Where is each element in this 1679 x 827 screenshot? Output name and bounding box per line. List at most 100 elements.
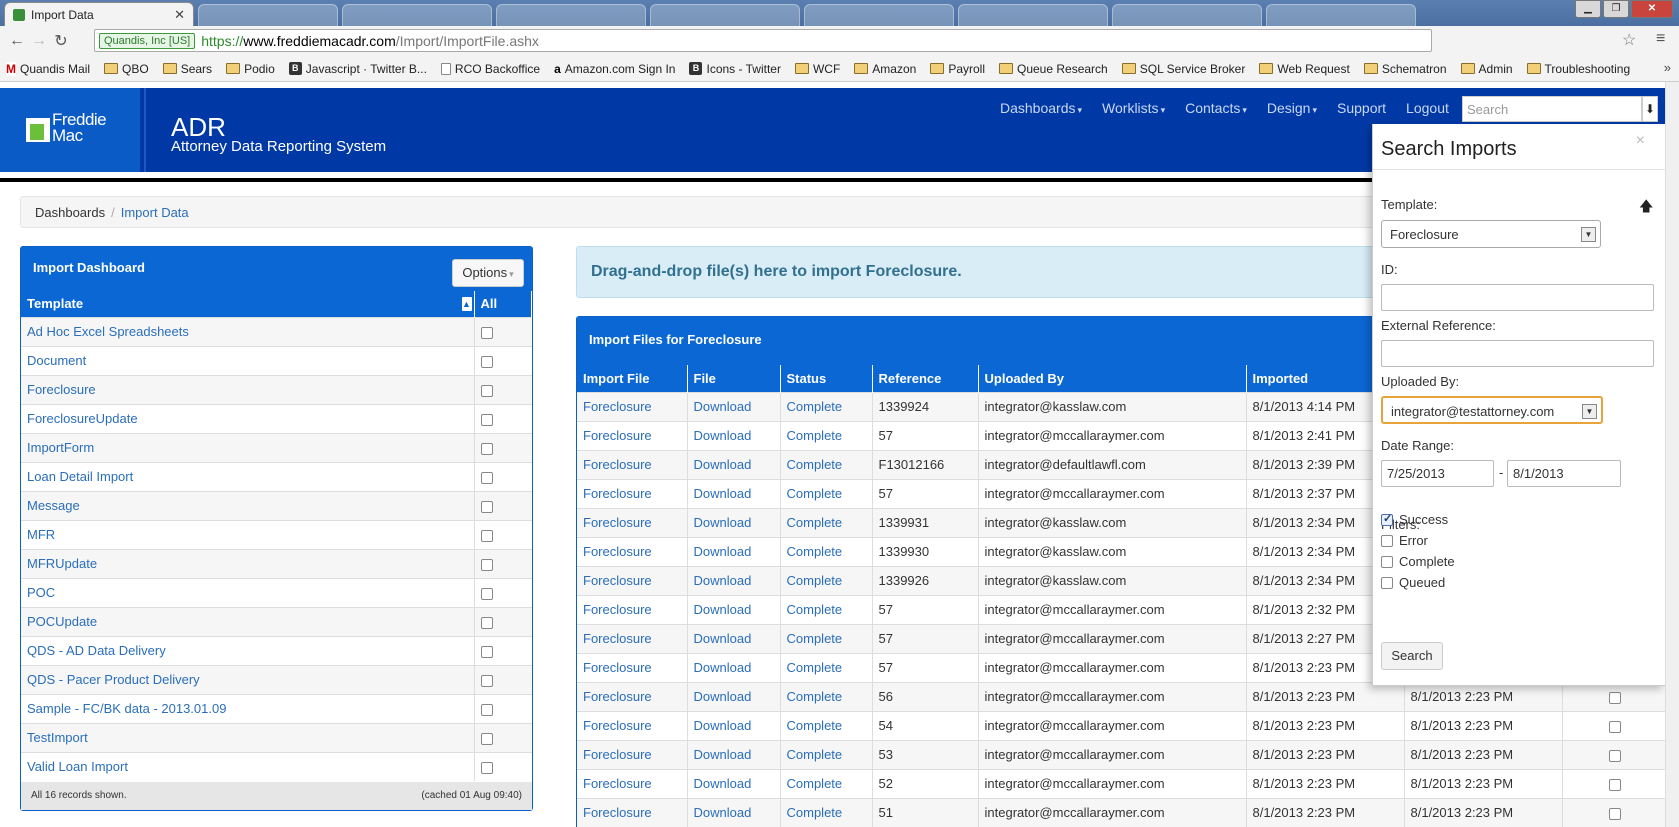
tab-close-icon[interactable]: ✕ — [174, 7, 185, 23]
template-link[interactable]: Foreclosure — [21, 374, 475, 404]
import-file-link[interactable]: Foreclosure — [577, 623, 688, 653]
more-bookmarks-icon[interactable]: » — [1664, 60, 1671, 75]
menu-icon[interactable]: ≡ — [1656, 30, 1665, 48]
header-search-input[interactable]: Search — [1462, 96, 1642, 122]
status-link[interactable]: Complete — [780, 623, 873, 653]
download-link[interactable]: Download — [687, 478, 781, 508]
row-checkbox[interactable] — [480, 674, 493, 687]
column-header[interactable]: Status — [780, 365, 873, 392]
import-file-link[interactable]: Foreclosure — [577, 652, 688, 682]
forward-icon[interactable]: → — [28, 32, 50, 50]
column-header[interactable]: Reference — [872, 365, 979, 392]
template-link[interactable]: POC — [21, 577, 475, 607]
import-file-link[interactable]: Foreclosure — [577, 391, 688, 421]
browser-tab[interactable] — [198, 4, 338, 26]
popover-close-icon[interactable]: × — [1636, 132, 1645, 150]
browser-tab-active[interactable]: Import Data ✕ — [4, 2, 194, 26]
status-link[interactable]: Complete — [780, 797, 873, 827]
breadcrumb-current[interactable]: Import Data — [121, 205, 189, 220]
status-link[interactable]: Complete — [780, 652, 873, 682]
download-link[interactable]: Download — [687, 391, 781, 421]
reload-icon[interactable]: ↻ — [50, 31, 72, 51]
bookmark-item[interactable]: Queue Research — [999, 62, 1108, 76]
bookmark-star-icon[interactable]: ☆ — [1622, 30, 1636, 50]
row-checkbox[interactable] — [480, 355, 493, 368]
page-scrollbar[interactable] — [1665, 82, 1679, 827]
sort-up-icon[interactable]: ▲ — [461, 297, 472, 311]
minimize-icon[interactable]: ▁ — [1575, 0, 1601, 18]
date-to-input[interactable]: 8/1/2013 — [1507, 460, 1621, 487]
status-link[interactable]: Complete — [780, 710, 873, 740]
filter-checkbox[interactable] — [1381, 534, 1393, 547]
nav-dashboards[interactable]: Dashboards — [1000, 100, 1082, 116]
template-link[interactable]: MFR — [21, 519, 475, 549]
status-link[interactable]: Complete — [780, 507, 873, 537]
column-header[interactable]: Import File — [577, 365, 688, 392]
row-checkbox[interactable] — [480, 616, 493, 629]
status-link[interactable]: Complete — [780, 594, 873, 624]
row-checkbox[interactable] — [1608, 807, 1621, 820]
bookmark-item[interactable]: B Icons - Twitter — [689, 62, 781, 76]
template-link[interactable]: Sample - FC/BK data - 2013.01.09 — [21, 693, 475, 723]
uploaded-by-select[interactable]: integrator@testattorney.com ▼ — [1381, 396, 1603, 424]
filter-success[interactable]: Success — [1381, 512, 1448, 527]
browser-tab[interactable] — [650, 4, 800, 26]
filter-queued[interactable]: Queued — [1381, 575, 1445, 590]
status-link[interactable]: Complete — [780, 681, 873, 711]
download-link[interactable]: Download — [687, 768, 781, 798]
row-checkbox[interactable] — [480, 326, 493, 339]
status-link[interactable]: Complete — [780, 739, 873, 769]
template-link[interactable]: Loan Detail Import — [21, 461, 475, 491]
import-file-link[interactable]: Foreclosure — [577, 594, 688, 624]
filter-checkbox[interactable] — [1381, 555, 1393, 568]
bookmark-item[interactable]: Sears — [162, 62, 212, 76]
download-link[interactable]: Download — [687, 623, 781, 653]
row-checkbox[interactable] — [480, 587, 493, 600]
bookmark-item[interactable]: B Javascript · Twitter B... — [288, 62, 427, 76]
breadcrumb-dashboards[interactable]: Dashboards — [35, 205, 105, 220]
nav-support[interactable]: Support — [1337, 100, 1386, 116]
bookmark-item[interactable]: a Amazon.com Sign In — [554, 62, 675, 76]
row-checkbox[interactable] — [480, 703, 493, 716]
download-link[interactable]: Download — [687, 681, 781, 711]
browser-tab[interactable] — [342, 4, 492, 26]
filter-checkbox[interactable] — [1381, 576, 1393, 589]
status-link[interactable]: Complete — [780, 768, 873, 798]
bookmark-item[interactable]: SQL Service Broker — [1121, 62, 1245, 76]
download-link[interactable]: Download — [687, 797, 781, 827]
download-link[interactable]: Download — [687, 739, 781, 769]
bookmark-item[interactable]: Schematron — [1363, 62, 1447, 76]
row-checkbox[interactable] — [480, 529, 493, 542]
search-dropdown-icon[interactable]: ⬇ — [1642, 96, 1658, 122]
import-file-link[interactable]: Foreclosure — [577, 449, 688, 479]
row-checkbox[interactable] — [1608, 720, 1621, 733]
import-file-link[interactable]: Foreclosure — [577, 565, 688, 595]
template-link[interactable]: TestImport — [21, 722, 475, 752]
browser-tab[interactable] — [1266, 4, 1416, 26]
nav-worklists[interactable]: Worklists — [1102, 100, 1165, 116]
import-file-link[interactable]: Foreclosure — [577, 768, 688, 798]
freddie-mac-logo[interactable]: Freddie Mac — [0, 88, 140, 172]
nav-logout[interactable]: Logout — [1406, 100, 1449, 116]
download-link[interactable]: Download — [687, 710, 781, 740]
bookmark-item[interactable]: M Quandis Mail — [6, 61, 90, 76]
import-file-link[interactable]: Foreclosure — [577, 507, 688, 537]
row-checkbox[interactable] — [1608, 778, 1621, 791]
row-checkbox[interactable] — [480, 732, 493, 745]
browser-tab[interactable] — [1112, 4, 1262, 26]
import-file-link[interactable]: Foreclosure — [577, 478, 688, 508]
bookmark-item[interactable]: Podio — [226, 62, 275, 76]
download-link[interactable]: Download — [687, 507, 781, 537]
import-file-link[interactable]: Foreclosure — [577, 420, 688, 450]
template-link[interactable]: Message — [21, 490, 475, 520]
window-close-icon[interactable]: ✕ — [1631, 0, 1673, 18]
template-link[interactable]: Valid Loan Import — [21, 751, 475, 781]
row-checkbox[interactable] — [480, 645, 493, 658]
bookmark-item[interactable]: QBO — [104, 62, 149, 76]
download-link[interactable]: Download — [687, 420, 781, 450]
pin-arrow-icon[interactable]: 🡅 — [1639, 196, 1653, 220]
nav-contacts[interactable]: Contacts — [1185, 100, 1247, 116]
bookmark-item[interactable]: RCO Backoffice — [440, 62, 540, 76]
bookmark-item[interactable]: Admin — [1460, 62, 1513, 76]
row-checkbox[interactable] — [480, 558, 493, 571]
